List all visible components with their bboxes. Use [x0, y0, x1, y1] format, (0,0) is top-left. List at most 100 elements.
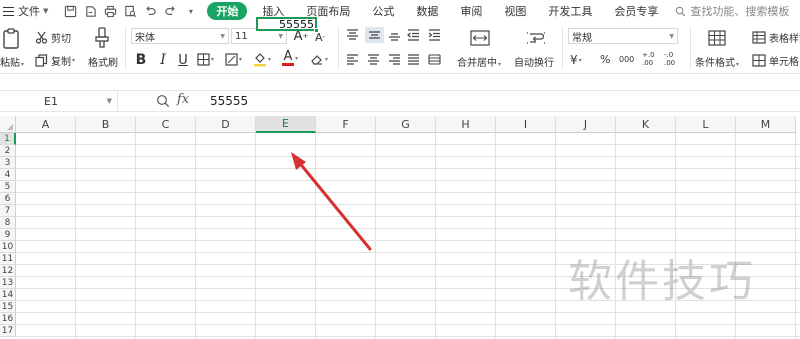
merge-center-label: 合并居中	[457, 58, 497, 69]
format-painter-label[interactable]: 格式刷	[88, 54, 118, 69]
thousands-separator-button[interactable]: 000	[619, 55, 634, 64]
row-header-12[interactable]: 12	[0, 265, 16, 277]
row-header-4[interactable]: 4	[0, 169, 16, 181]
conditional-format-button[interactable]: 条件格式▾	[695, 54, 739, 69]
distributed-align-button[interactable]	[428, 54, 441, 65]
insert-function-button[interactable]: fx	[177, 92, 189, 107]
column-header-m[interactable]: M	[736, 116, 796, 133]
column-header-e[interactable]: E	[256, 116, 316, 133]
tab-formulas[interactable]: 公式	[361, 0, 405, 22]
underline-button[interactable]: U	[175, 52, 191, 68]
save-icon[interactable]	[62, 2, 79, 20]
print-icon[interactable]	[102, 2, 119, 20]
row-header-2[interactable]: 2	[0, 145, 16, 157]
column-header-i[interactable]: I	[496, 116, 556, 133]
undo-icon[interactable]	[142, 2, 159, 20]
number-format-select[interactable]: 常规 ▼	[568, 28, 678, 44]
row-header-14[interactable]: 14	[0, 289, 16, 301]
row-header-1[interactable]: 1	[0, 133, 16, 145]
format-painter-button[interactable]	[94, 27, 110, 49]
row-header-5[interactable]: 5	[0, 181, 16, 193]
column-header-k[interactable]: K	[616, 116, 676, 133]
zoom-icon[interactable]	[156, 94, 170, 108]
row-header-16[interactable]: 16	[0, 313, 16, 325]
quick-access-toolbar: ▾	[62, 2, 199, 20]
paste-label-wrap[interactable]: 粘贴▾	[0, 54, 24, 69]
table-style-button[interactable]: 表格样式	[752, 30, 800, 45]
clear-button[interactable]: ▾	[310, 53, 328, 66]
column-header-f[interactable]: F	[316, 116, 376, 133]
justify-icon	[408, 54, 419, 65]
tab-data[interactable]: 数据	[405, 0, 449, 22]
decrease-decimal-button[interactable]: -.0 .00	[664, 51, 682, 67]
row-header-3[interactable]: 3	[0, 157, 16, 169]
align-top-button[interactable]	[346, 29, 359, 41]
percent-format-button[interactable]: %	[600, 53, 610, 66]
wrap-text-icon-wrap[interactable]	[526, 30, 546, 46]
align-middle-button[interactable]	[365, 27, 384, 43]
redo-icon[interactable]	[162, 2, 179, 20]
row-header-13[interactable]: 13	[0, 277, 16, 289]
increase-indent-button[interactable]	[428, 29, 441, 41]
column-header-b[interactable]: B	[76, 116, 136, 133]
paste-button[interactable]	[2, 28, 24, 50]
increase-decimal-button[interactable]: +.0 .00	[642, 51, 660, 67]
font-size-value: 11	[235, 30, 248, 42]
conditional-format-label: 条件格式	[695, 58, 735, 69]
row-header-11[interactable]: 11	[0, 253, 16, 265]
copy-button[interactable]: 复制 ▾	[35, 53, 75, 68]
file-menu-label: 文件	[18, 5, 40, 18]
align-center-button[interactable]	[367, 54, 380, 65]
font-name-select[interactable]: 宋体 ▼	[131, 28, 229, 44]
tab-view[interactable]: 视图	[493, 0, 537, 22]
align-bottom-button[interactable]	[388, 29, 401, 41]
active-cell-e1[interactable]: 55555	[256, 17, 319, 33]
column-header-a[interactable]: A	[16, 116, 76, 133]
search-icon	[676, 6, 686, 16]
align-right-button[interactable]	[388, 54, 401, 65]
cell-style-shortcut-button[interactable]: ▾	[225, 53, 242, 66]
font-color-button[interactable]: A ▾	[282, 50, 298, 66]
column-header-h[interactable]: H	[436, 116, 496, 133]
bold-button[interactable]: B	[133, 52, 149, 68]
column-header-g[interactable]: G	[376, 116, 436, 133]
select-all-button[interactable]	[0, 116, 16, 133]
cell-style-button[interactable]: 单元格	[752, 53, 799, 68]
file-menu[interactable]: 文件 ▼	[0, 0, 48, 22]
justify-button[interactable]	[407, 54, 420, 65]
name-box[interactable]: E1 ▼	[0, 91, 118, 111]
row-header-7[interactable]: 7	[0, 205, 16, 217]
row-header-9[interactable]: 9	[0, 229, 16, 241]
borders-button[interactable]: ▾	[197, 53, 214, 66]
column-header-c[interactable]: C	[136, 116, 196, 133]
merge-center-button[interactable]: 合并居中▾	[457, 54, 501, 69]
column-header-l[interactable]: L	[676, 116, 736, 133]
formula-input[interactable]: 55555	[210, 94, 248, 108]
cut-button[interactable]: 剪切	[35, 30, 71, 45]
italic-button[interactable]: I	[155, 52, 171, 68]
customize-toolbar-icon[interactable]: ▾	[182, 2, 199, 20]
fill-handle[interactable]	[314, 28, 319, 33]
row-header-10[interactable]: 10	[0, 241, 16, 253]
fill-color-button[interactable]: ▾	[253, 52, 271, 67]
print-preview-icon[interactable]	[122, 2, 139, 20]
decrease-indent-button[interactable]	[407, 29, 420, 41]
wrap-text-button[interactable]: 自动换行	[514, 54, 554, 69]
tab-member[interactable]: 会员专享	[603, 0, 669, 22]
row-header-6[interactable]: 6	[0, 193, 16, 205]
conditional-format-icon-wrap[interactable]	[708, 30, 726, 46]
column-header-d[interactable]: D	[196, 116, 256, 133]
merge-center-icon-wrap[interactable]	[470, 30, 490, 46]
row-header-8[interactable]: 8	[0, 217, 16, 229]
align-left-button[interactable]	[346, 54, 359, 65]
row-header-15[interactable]: 15	[0, 301, 16, 313]
currency-format-button[interactable]: ¥ ▾	[570, 53, 582, 67]
tab-developer[interactable]: 开发工具	[537, 0, 603, 22]
column-header-j[interactable]: J	[556, 116, 616, 133]
brush-icon	[95, 27, 109, 48]
tab-review[interactable]: 审阅	[449, 0, 493, 22]
row-header-17[interactable]: 17	[0, 325, 16, 337]
export-pdf-icon[interactable]	[82, 2, 99, 20]
tab-home[interactable]: 开始	[207, 2, 248, 20]
search-box[interactable]: 查找功能、搜索模板	[675, 3, 789, 19]
